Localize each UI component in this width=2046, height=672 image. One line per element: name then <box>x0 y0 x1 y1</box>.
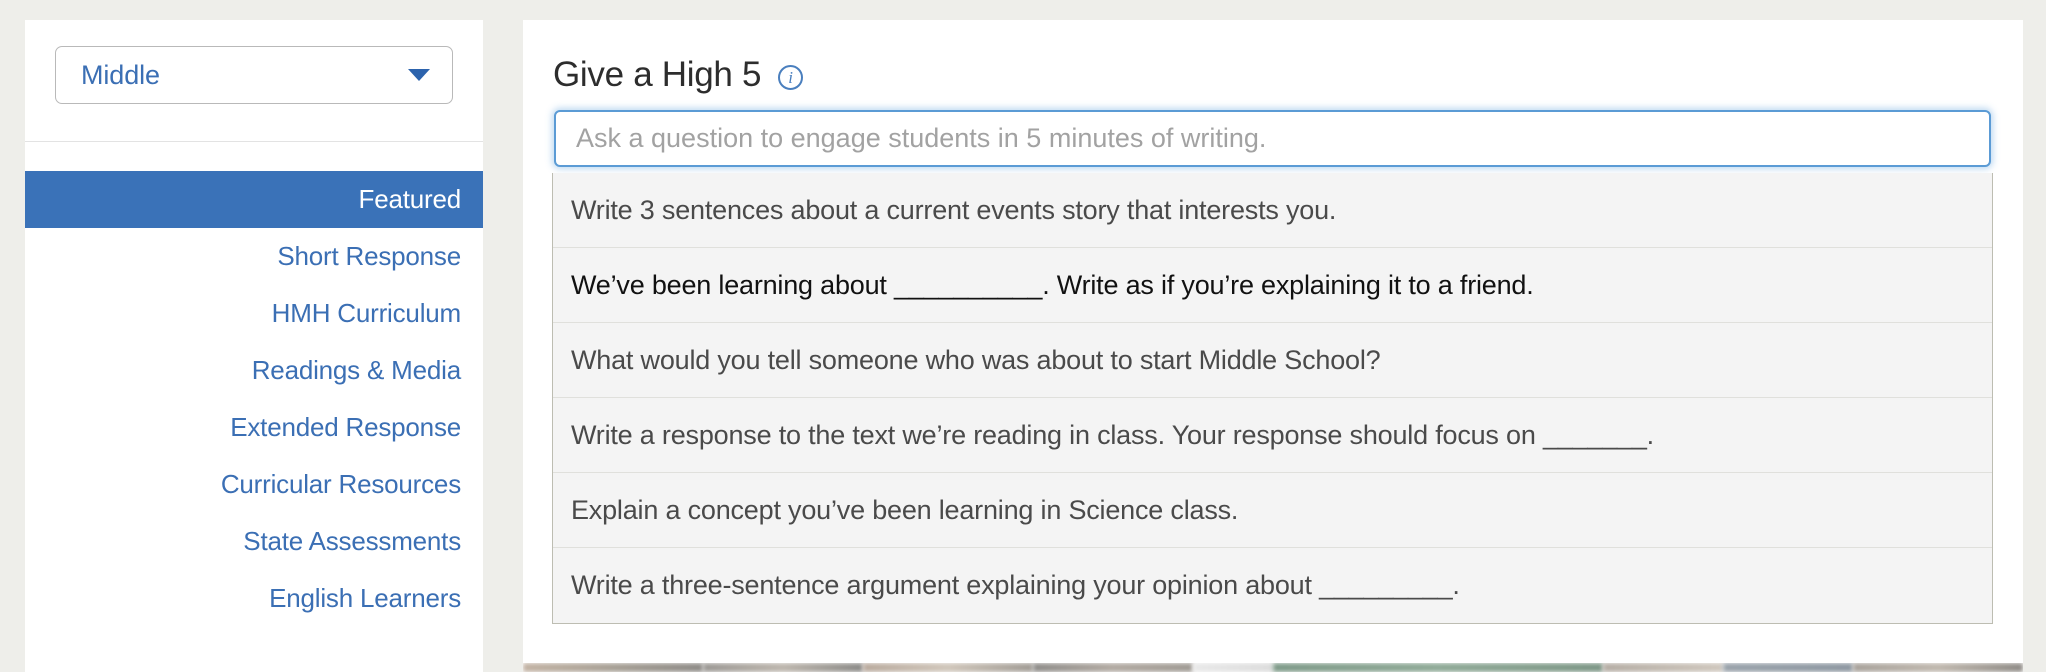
thumbnail-image <box>863 663 1033 672</box>
prompt-search-wrapper <box>554 110 1991 167</box>
suggestion-text: We’ve been learning about __________. Wr… <box>571 269 1534 300</box>
sidebar-item-state-assessments[interactable]: State Assessments <box>25 513 483 570</box>
thumbnail-image <box>703 663 863 672</box>
thumbnail-image <box>1193 663 1273 672</box>
page-title-row: Give a High 5 i <box>553 55 804 95</box>
sidebar-divider <box>25 141 483 142</box>
sidebar-item-readings-and-media[interactable]: Readings & Media <box>25 342 483 399</box>
prompt-search-input[interactable] <box>554 110 1991 167</box>
suggestion-text: Write a three-sentence argument explaini… <box>571 570 1460 600</box>
sidebar-item-english-learners[interactable]: English Learners <box>25 570 483 627</box>
thumbnail-image <box>1723 663 1853 672</box>
sidebar-item-label: Curricular Resources <box>220 469 461 499</box>
sidebar-item-label: Short Response <box>277 241 461 271</box>
grade-level-select[interactable]: Middle <box>55 46 453 104</box>
sidebar-item-label: Readings & Media <box>251 355 461 385</box>
sidebar-item-featured[interactable]: Featured <box>25 171 483 228</box>
suggestion-text: Write 3 sentences about a current events… <box>571 194 1337 225</box>
main-panel: Give a High 5 i Write 3 sentences about … <box>523 20 2023 672</box>
list-item[interactable]: Write a response to the text we’re readi… <box>553 398 1992 473</box>
thumbnail-image <box>1273 663 1603 672</box>
list-item[interactable]: Explain a concept you’ve been learning i… <box>553 473 1992 548</box>
grade-level-select-value: Middle <box>81 59 160 90</box>
thumbnail-image <box>1603 663 1723 672</box>
sidebar-item-curricular-resources[interactable]: Curricular Resources <box>25 456 483 513</box>
sidebar-item-label: English Learners <box>269 583 461 613</box>
list-item[interactable]: We’ve been learning about __________. Wr… <box>553 248 1992 323</box>
suggestion-text: What would you tell someone who was abou… <box>571 344 1381 375</box>
list-item[interactable]: What would you tell someone who was abou… <box>553 323 1992 398</box>
sidebar-item-label: Featured <box>358 184 462 214</box>
list-item[interactable]: Write 3 sentences about a current events… <box>553 173 1992 248</box>
suggestion-text: Explain a concept you’ve been learning i… <box>571 494 1239 525</box>
sidebar-panel: Middle Featured Short Response HMH Curri… <box>25 20 483 672</box>
suggestion-text: Write a response to the text we’re readi… <box>571 419 1654 450</box>
sidebar-item-label: State Assessments <box>243 526 461 556</box>
grade-level-select-wrapper: Middle <box>55 46 453 104</box>
page-title: Give a High 5 <box>553 55 762 94</box>
sidebar-item-extended-response[interactable]: Extended Response <box>25 399 483 456</box>
sidebar-item-label: HMH Curriculum <box>271 298 462 328</box>
sidebar-item-short-response[interactable]: Short Response <box>25 228 483 285</box>
sidebar-item-hmh-curriculum[interactable]: HMH Curriculum <box>25 285 483 342</box>
list-item[interactable]: Write a three-sentence argument explaini… <box>553 548 1992 623</box>
chevron-down-icon <box>408 69 430 81</box>
thumbnail-image <box>1853 663 2023 672</box>
app-root: Middle Featured Short Response HMH Curri… <box>0 0 2046 672</box>
sidebar-item-label: Extended Response <box>230 412 461 442</box>
sidebar-nav-list: Featured Short Response HMH Curriculum R… <box>25 171 483 627</box>
resource-thumbnail-strip <box>523 663 2023 672</box>
thumbnail-image <box>1033 663 1193 672</box>
prompt-suggestion-list: Write 3 sentences about a current events… <box>552 173 1993 624</box>
thumbnail-image <box>523 663 703 672</box>
info-icon[interactable]: i <box>778 64 804 90</box>
